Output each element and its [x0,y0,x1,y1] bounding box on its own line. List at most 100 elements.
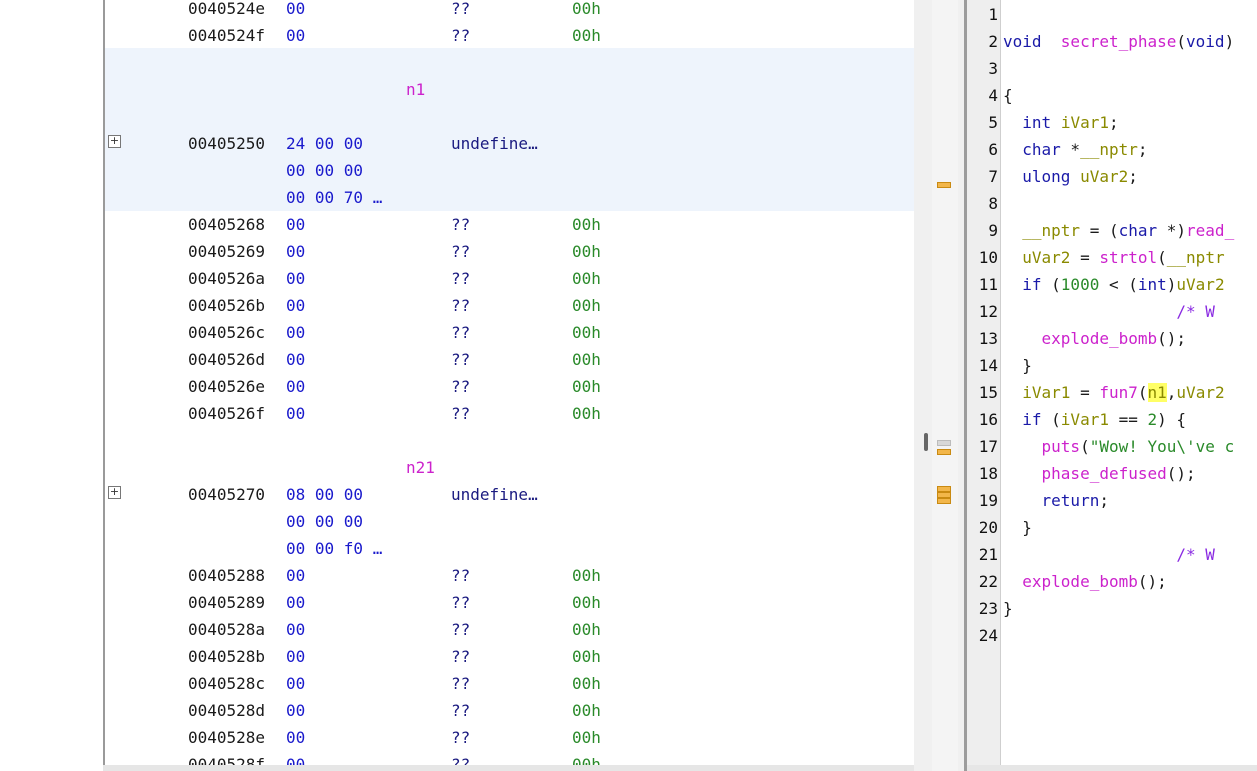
code-line[interactable]: void secret_phase(void) [1003,28,1234,55]
listing-row[interactable]: 0040526d 00?? 00h [105,346,914,373]
code-token[interactable]: } [1003,356,1032,375]
code-line[interactable]: if (iVar1 == 2) { [1003,406,1186,433]
label-n1[interactable]: n1 [406,76,425,103]
listing-horizontal-scrollbar[interactable] [103,765,916,771]
listing-row[interactable]: 0040526f 00?? 00h [105,400,914,427]
listing-row[interactable]: 00405289 00?? 00h [105,589,914,616]
code-token[interactable]: < ( [1099,275,1138,294]
code-token[interactable]: , [1167,383,1177,402]
code-token[interactable]: ; [1099,491,1109,510]
overview-marker[interactable] [937,182,951,188]
listing-row[interactable]: 0040528e 00?? 00h [105,724,914,751]
code-token[interactable] [1003,140,1022,159]
code-token[interactable]: = ( [1080,221,1119,240]
overview-track[interactable] [932,0,958,771]
code-token[interactable]: return [1042,491,1100,510]
listing-row[interactable]: 0040526b 00?? 00h [105,292,914,319]
listing-row[interactable]: 0040528d 00?? 00h [105,697,914,724]
code-token[interactable] [1003,302,1176,321]
code-token[interactable]: char [1022,140,1061,159]
code-token[interactable] [1003,383,1022,402]
code-token[interactable] [1003,221,1022,240]
code-token[interactable]: ; [1138,140,1148,159]
code-token[interactable]: uVar2 [1080,167,1128,186]
code-token[interactable]: phase_defused [1042,464,1167,483]
highlighted-token[interactable]: n1 [1147,383,1167,402]
overview-marker[interactable] [937,449,951,455]
code-line[interactable]: if (1000 < (int)uVar2 [1003,271,1224,298]
code-line[interactable]: /* W [1003,541,1215,568]
code-token[interactable]: iVar1 [1061,410,1109,429]
code-token[interactable] [1003,113,1022,132]
decompiler-view[interactable]: 1 2 3 4 5 6 7 8 9 10 11 12 13 14 15 16 17 18 19 20 21 22 23 24 … [967,0,1257,771]
code-token[interactable]: explode_bomb [1022,572,1138,591]
code-token[interactable]: puts [1042,437,1081,456]
code-token[interactable]: ) { [1157,410,1186,429]
code-line[interactable]: } [1003,514,1032,541]
code-token[interactable]: (); [1157,329,1186,348]
code-token[interactable] [1003,437,1042,456]
data-row[interactable]: 00 00 f0 … [105,535,914,562]
code-line[interactable]: explode_bomb(); [1003,568,1167,595]
code-token[interactable]: 2 [1148,410,1158,429]
code-token[interactable]: /* W [1176,302,1215,321]
code-token[interactable]: { [1003,86,1013,105]
scroll-thumb[interactable] [924,433,928,451]
code-token[interactable]: uVar2 [1176,383,1224,402]
code-token[interactable] [1003,167,1022,186]
listing-view[interactable]: 0040524e 00?? 00h 0040524f 00?? 00h n1 +0040525… [105,0,914,771]
code-token[interactable]: /* W [1176,545,1215,564]
code-token[interactable]: __nptr [1022,221,1080,240]
code-token[interactable]: iVar1 [1061,113,1109,132]
decompiler-horizontal-scrollbar[interactable] [967,765,1257,771]
code-token[interactable]: int [1022,113,1051,132]
code-token[interactable]: void [1186,32,1225,51]
data-row[interactable]: 00405270 undefine… 08 00 00 [105,481,914,508]
code-token[interactable]: char [1119,221,1158,240]
code-token[interactable]: 1000 [1061,275,1100,294]
listing-row[interactable]: 0040526a 00?? 00h [105,265,914,292]
code-token[interactable] [1003,275,1022,294]
code-token[interactable] [1003,248,1022,267]
listing-row[interactable]: 0040526e 00?? 00h [105,373,914,400]
code-token[interactable] [1003,410,1022,429]
code-token[interactable]: ( [1080,437,1090,456]
code-token[interactable]: == [1109,410,1148,429]
code-token[interactable]: uVar2 [1022,248,1070,267]
code-token[interactable]: ( [1042,410,1061,429]
code-token[interactable]: ( [1157,248,1167,267]
code-token[interactable]: int [1138,275,1167,294]
listing-row[interactable]: 0040528a 00?? 00h [105,616,914,643]
code-token[interactable]: * [1061,140,1080,159]
code-token[interactable]: "Wow! You\'ve c [1090,437,1235,456]
code-line[interactable]: ulong uVar2; [1003,163,1138,190]
code-token[interactable]: ) [1225,32,1235,51]
code-line[interactable]: phase_defused(); [1003,460,1196,487]
code-token[interactable] [1003,491,1042,510]
code-line[interactable]: } [1003,352,1032,379]
code-line[interactable]: int iVar1; [1003,109,1118,136]
code-token[interactable] [1003,545,1176,564]
code-token[interactable]: read_ [1186,221,1234,240]
code-token[interactable]: __nptr [1080,140,1138,159]
code-line[interactable]: __nptr = (char *)read_ [1003,217,1234,244]
code-token[interactable]: fun7 [1099,383,1138,402]
code-token[interactable]: __nptr [1167,248,1225,267]
code-token[interactable]: ( [1042,275,1061,294]
code-line[interactable]: iVar1 = fun7(n1,uVar2 [1003,379,1225,406]
overview-marker[interactable] [937,498,951,504]
data-row[interactable]: 00 00 00 [105,508,914,535]
code-token[interactable]: if [1022,410,1041,429]
code-token[interactable]: } [1003,599,1013,618]
code-token[interactable]: ulong [1022,167,1070,186]
code-line[interactable]: explode_bomb(); [1003,325,1187,352]
data-row[interactable]: 00 00 70 … [105,184,914,211]
listing-row[interactable]: 0040526c 00?? 00h [105,319,914,346]
code-line[interactable]: return; [1003,487,1109,514]
code-token[interactable]: ( [1176,32,1186,51]
code-line[interactable]: char *__nptr; [1003,136,1148,163]
code-line[interactable]: puts("Wow! You\'ve c [1003,433,1235,460]
code-token[interactable]: explode_bomb [1042,329,1158,348]
code-token[interactable]: iVar1 [1022,383,1070,402]
overview-marker[interactable] [937,440,951,446]
